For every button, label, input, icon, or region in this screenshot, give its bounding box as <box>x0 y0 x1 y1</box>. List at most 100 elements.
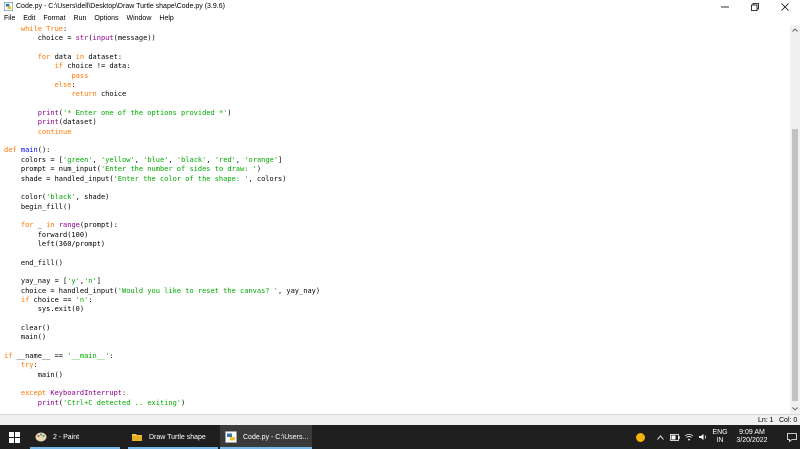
status-column: Col: 0 <box>779 417 798 424</box>
code-token: clear() <box>4 324 51 332</box>
code-line[interactable]: main() <box>4 333 320 342</box>
code-line[interactable]: prompt = num_input('Enter the number of … <box>4 165 320 174</box>
restore-icon <box>751 2 759 11</box>
speaker-icon <box>699 434 706 440</box>
code-token: while <box>20 25 42 33</box>
code-line[interactable] <box>4 184 320 193</box>
code-line[interactable] <box>4 315 320 324</box>
code-token: , yay_nay) <box>277 286 321 295</box>
code-line[interactable]: begin_fill() <box>4 203 320 212</box>
code-line[interactable] <box>4 380 320 389</box>
code-line[interactable]: if choice == 'n': <box>4 296 320 305</box>
code-line[interactable] <box>4 212 320 221</box>
code-line[interactable]: shade = handled_input('Enter the color o… <box>4 175 320 184</box>
code-token: 'Enter the color of the shape: ' <box>113 174 249 183</box>
code-line[interactable]: except KeyboardInterrupt: <box>4 389 320 398</box>
code-line[interactable]: forward(100) <box>4 231 320 240</box>
code-line[interactable] <box>4 137 320 146</box>
input-language-button[interactable]: ENG IN <box>712 425 728 449</box>
code-line[interactable]: print(dataset) <box>4 118 320 127</box>
menu-file[interactable]: File <box>4 13 15 25</box>
menu-help[interactable]: Help <box>159 13 173 25</box>
code-token: range <box>58 221 80 230</box>
code-editor[interactable]: while True: choice = str(input(message))… <box>0 25 790 414</box>
battery-tray-button[interactable] <box>668 425 682 449</box>
code-line[interactable] <box>4 44 320 53</box>
code-line[interactable]: for data in dataset: <box>4 53 320 62</box>
taskbar-item-label: 2 - Paint <box>53 433 80 441</box>
clock-button[interactable]: 9:09 AM 3/20/2022 <box>730 425 774 449</box>
status-bar: Ln: 1 Col: 0 <box>0 414 800 425</box>
code-token: (dataset) <box>58 118 97 127</box>
menu-bar: File Edit Format Run Options Window Help <box>0 13 800 25</box>
code-line[interactable] <box>4 100 320 109</box>
code-line[interactable]: yay_nay = ['y','n'] <box>4 277 320 286</box>
code-token: str <box>75 34 89 43</box>
scroll-thumb[interactable] <box>792 129 798 401</box>
scroll-up-button[interactable] <box>790 25 800 35</box>
taskbar-item-label: Code.py - C:\Users... <box>243 433 309 441</box>
code-line[interactable]: colors = ['green', 'yellow', 'blue', 'bl… <box>4 156 320 165</box>
code-token: colors = [ <box>4 155 64 164</box>
code-line[interactable]: while True: <box>4 25 320 34</box>
code-line[interactable]: if choice != data: <box>4 62 320 71</box>
menu-window[interactable]: Window <box>126 13 151 25</box>
restore-button[interactable] <box>740 0 770 13</box>
code-token: 'Enter the number of sides to draw: ' <box>100 165 257 174</box>
code-line[interactable]: try: <box>4 361 320 370</box>
scroll-down-button[interactable] <box>790 404 800 414</box>
code-token: ] <box>96 277 101 286</box>
code-line[interactable]: def main(): <box>4 146 320 155</box>
code-line[interactable] <box>4 343 320 352</box>
code-line[interactable] <box>4 249 320 258</box>
code-line[interactable]: clear() <box>4 324 320 333</box>
taskbar-item-folder[interactable]: Draw Turtle shape <box>128 425 218 449</box>
code-line[interactable] <box>4 268 320 277</box>
minimize-button[interactable] <box>710 0 740 13</box>
code-line[interactable]: choice = str(input(message)) <box>4 34 320 43</box>
code-text[interactable]: while True: choice = str(input(message))… <box>4 25 320 408</box>
vertical-scrollbar[interactable] <box>790 25 800 414</box>
code-line[interactable]: sys.exit(0) <box>4 305 320 314</box>
start-button[interactable] <box>0 425 28 449</box>
code-line[interactable]: return choice <box>4 90 320 99</box>
weather-tray-button[interactable] <box>632 425 648 449</box>
code-token: choice <box>96 90 127 99</box>
code-token: forward(100) <box>4 230 89 239</box>
code-line[interactable]: for _ in range(prompt): <box>4 221 320 230</box>
code-line[interactable]: end_fill() <box>4 259 320 268</box>
notifications-button[interactable] <box>784 425 800 449</box>
taskbar-item-paint[interactable]: 2 - Paint <box>30 425 120 449</box>
menu-edit[interactable]: Edit <box>23 13 35 25</box>
code-line[interactable]: if __name__ == '__main__': <box>4 352 320 361</box>
code-line[interactable]: color('black', shade) <box>4 193 320 202</box>
code-line[interactable]: pass <box>4 72 320 81</box>
code-token: sys.exit(0) <box>4 305 85 314</box>
code-token: dataset: <box>84 53 123 62</box>
menu-options[interactable]: Options <box>94 13 118 25</box>
code-token: ) <box>227 109 232 118</box>
code-token: 'blue' <box>143 155 169 164</box>
show-hidden-icons-button[interactable] <box>654 425 666 449</box>
taskbar-item-idle[interactable]: Code.py - C:\Users... <box>220 425 312 449</box>
code-token: color( <box>4 193 47 202</box>
code-line[interactable]: left(360/prompt) <box>4 240 320 249</box>
network-tray-button[interactable] <box>682 425 696 449</box>
menu-run[interactable]: Run <box>74 13 87 25</box>
code-line[interactable]: choice = handled_input('Would you like t… <box>4 287 320 296</box>
volume-tray-button[interactable] <box>696 425 710 449</box>
code-line[interactable]: print('* Enter one of the options provid… <box>4 109 320 118</box>
code-line[interactable]: main() <box>4 371 320 380</box>
code-token: main() <box>4 333 47 342</box>
code-line[interactable]: print('Ctrl+C detected .. exiting') <box>4 399 320 408</box>
close-button[interactable] <box>770 0 800 13</box>
code-token: 'black' <box>176 155 207 164</box>
menu-format[interactable]: Format <box>43 13 65 25</box>
code-line[interactable]: continue <box>4 128 320 137</box>
code-token: : <box>88 295 93 304</box>
code-token: data <box>50 53 76 62</box>
code-line[interactable]: else: <box>4 81 320 90</box>
code-token: KeyboardInterrupt <box>50 389 123 398</box>
